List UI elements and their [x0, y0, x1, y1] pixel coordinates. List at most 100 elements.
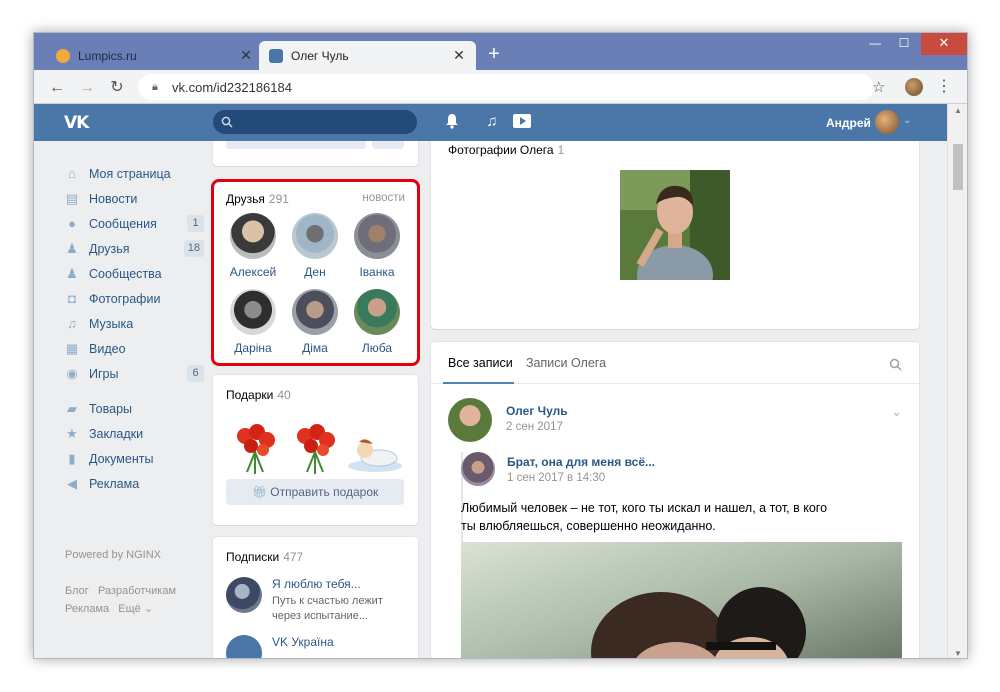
profile-avatar[interactable]: [905, 78, 923, 96]
tab-lumpics[interactable]: Lumpics.ru ✕: [46, 41, 263, 70]
music-icon: ♫: [67, 315, 77, 331]
group-icon: ♟: [66, 265, 78, 281]
friends-highlight-frame: [211, 179, 420, 366]
more-actions-button[interactable]: [372, 141, 404, 149]
sidebar-item-label: Друзья: [89, 241, 130, 256]
star-icon: ★: [66, 425, 78, 441]
back-icon[interactable]: ←: [46, 77, 68, 99]
gifts-title-text: Подарки: [226, 388, 274, 402]
vk-search-input[interactable]: [213, 110, 417, 134]
footer-link-more[interactable]: Ещё ⌄: [118, 603, 153, 615]
sidebar-item-goods[interactable]: ▰ Товары: [64, 396, 204, 421]
home-icon: ⌂: [68, 165, 76, 181]
post-text: Любимый человек – не тот, кого ты искал …: [461, 501, 828, 533]
sidebar-item-label: Фотографии: [89, 291, 161, 306]
powered-by-text: Powered by NGINX: [65, 549, 161, 561]
sidebar-item-my-page[interactable]: ⌂ Моя страница: [64, 161, 204, 186]
repost-date[interactable]: 1 сен 2017 в 14:30: [507, 472, 605, 484]
photos-title[interactable]: Фотографии Олега 1: [448, 143, 564, 157]
new-tab-button[interactable]: +: [484, 43, 504, 65]
subscriptions-title[interactable]: Подписки 477: [226, 550, 303, 564]
header-user-name[interactable]: Андрей: [826, 116, 871, 130]
sidebar-item-documents[interactable]: ▮ Документы: [64, 446, 204, 471]
sidebar-item-messages[interactable]: ● Сообщения 1: [64, 211, 204, 236]
sidebar-item-label: Реклама: [89, 476, 140, 491]
vk-logo[interactable]: VK: [64, 113, 89, 133]
send-gift-button[interactable]: 🎁︎ Отправить подарок: [226, 479, 404, 505]
sidebar-item-communities[interactable]: ♟ Сообщества: [64, 261, 204, 286]
tab-close-icon[interactable]: ✕: [452, 47, 466, 64]
active-tab-underline: [443, 382, 514, 384]
chevron-down-icon[interactable]: ⌄: [891, 404, 902, 420]
left-sidebar: ⌂ Моя страница ▤ Новости ● Сообщения 1 ♟ Друз…: [64, 161, 204, 496]
window-close-button[interactable]: ✕: [921, 33, 967, 55]
url-text: vk.com/id232186184: [172, 79, 292, 95]
wall-tabs: Все записи Записи Олега: [431, 342, 919, 384]
profile-photo[interactable]: [620, 170, 730, 280]
repost-author-name[interactable]: Брат, она для меня всё...: [507, 455, 655, 469]
search-icon[interactable]: [889, 358, 902, 371]
subscription-avatar: [226, 577, 262, 613]
sidebar-item-bookmarks[interactable]: ★ Закладки: [64, 421, 204, 446]
tab-title: Lumpics.ru: [78, 48, 137, 63]
page-scrollbar[interactable]: ▲ ▼: [947, 104, 967, 658]
send-gift-label: Отправить подарок: [270, 485, 379, 499]
subscription-desc: Путь к счастью лежит через испытание...: [272, 595, 383, 622]
gifts-title[interactable]: Подарки 40: [226, 388, 291, 402]
sidebar-item-label: Музыка: [89, 316, 134, 331]
footer-link-blog[interactable]: Блог: [65, 585, 89, 597]
tab-owner-posts[interactable]: Записи Олега: [526, 356, 606, 370]
tab-all-posts[interactable]: Все записи: [448, 356, 513, 370]
url-field[interactable]: 🔒︎ vk.com/id232186184: [138, 74, 874, 100]
scrollbar-thumb[interactable]: [953, 144, 963, 190]
lumpics-favicon-icon: [56, 48, 70, 63]
post-date[interactable]: 2 сен 2017: [506, 421, 563, 433]
repost-avatar[interactable]: [461, 452, 495, 486]
player-play-icon[interactable]: [511, 113, 531, 131]
post-author-avatar[interactable]: [448, 398, 492, 442]
tab-vk-profile[interactable]: Олег Чуль ✕: [259, 41, 476, 70]
sidebar-item-music[interactable]: ♫ Музыка: [64, 311, 204, 336]
gift-sleeping-icon[interactable]: [347, 422, 403, 476]
messages-count-badge: 1: [187, 215, 204, 232]
sidebar-item-ads[interactable]: ◀ Реклама: [64, 471, 204, 496]
camera-icon: ◘: [68, 290, 76, 306]
sidebar-item-label: Документы: [89, 451, 154, 466]
bookmark-star-icon[interactable]: ☆: [872, 78, 885, 96]
add-friend-button[interactable]: [226, 141, 366, 149]
games-count-badge: 6: [187, 365, 204, 382]
gamepad-icon: ◉: [66, 365, 78, 381]
reload-icon[interactable]: ↻: [106, 77, 128, 99]
sidebar-item-label: Новости: [89, 191, 138, 206]
music-note-icon[interactable]: ♫: [483, 113, 501, 131]
maximize-button[interactable]: ☐: [891, 33, 917, 55]
subscriptions-title-text: Подписки: [226, 550, 280, 564]
bell-icon[interactable]: [443, 113, 461, 131]
film-icon: ▦: [65, 340, 79, 356]
post-author-name[interactable]: Олег Чуль: [506, 404, 568, 418]
footer-links-2: Реклама Ещё ⌄: [65, 602, 153, 615]
header-user-avatar[interactable]: [875, 110, 899, 134]
scroll-up-icon[interactable]: ▲: [954, 106, 962, 115]
sidebar-item-games[interactable]: ◉ Игры 6: [64, 361, 204, 386]
vk-favicon-icon: [269, 48, 283, 63]
forward-icon[interactable]: →: [76, 77, 98, 99]
sidebar-item-label: Сообщества: [89, 266, 162, 281]
bag-icon: ▰: [67, 400, 77, 416]
scroll-down-icon[interactable]: ▼: [954, 649, 962, 658]
post-image[interactable]: [461, 542, 902, 659]
menu-kebab-icon[interactable]: ⋮: [936, 76, 952, 96]
chevron-down-icon[interactable]: ⌄: [903, 115, 911, 126]
sidebar-item-photos[interactable]: ◘ Фотографии: [64, 286, 204, 311]
sidebar-item-video[interactable]: ▦ Видео: [64, 336, 204, 361]
sidebar-item-friends[interactable]: ♟ Друзья 18: [64, 236, 204, 261]
tab-close-icon[interactable]: ✕: [239, 47, 253, 64]
footer-link-ads[interactable]: Реклама: [65, 603, 109, 615]
minimize-button[interactable]: —: [862, 33, 888, 55]
gift-flowers-icon[interactable]: [233, 422, 277, 476]
gift-flowers-icon[interactable]: [293, 422, 337, 476]
subscriptions-card: Подписки 477 Я люблю тебя... Путь к счаст…: [213, 537, 418, 658]
vk-logo-icon: [226, 635, 262, 658]
footer-link-dev[interactable]: Разработчикам: [98, 585, 176, 597]
sidebar-item-news[interactable]: ▤ Новости: [64, 186, 204, 211]
